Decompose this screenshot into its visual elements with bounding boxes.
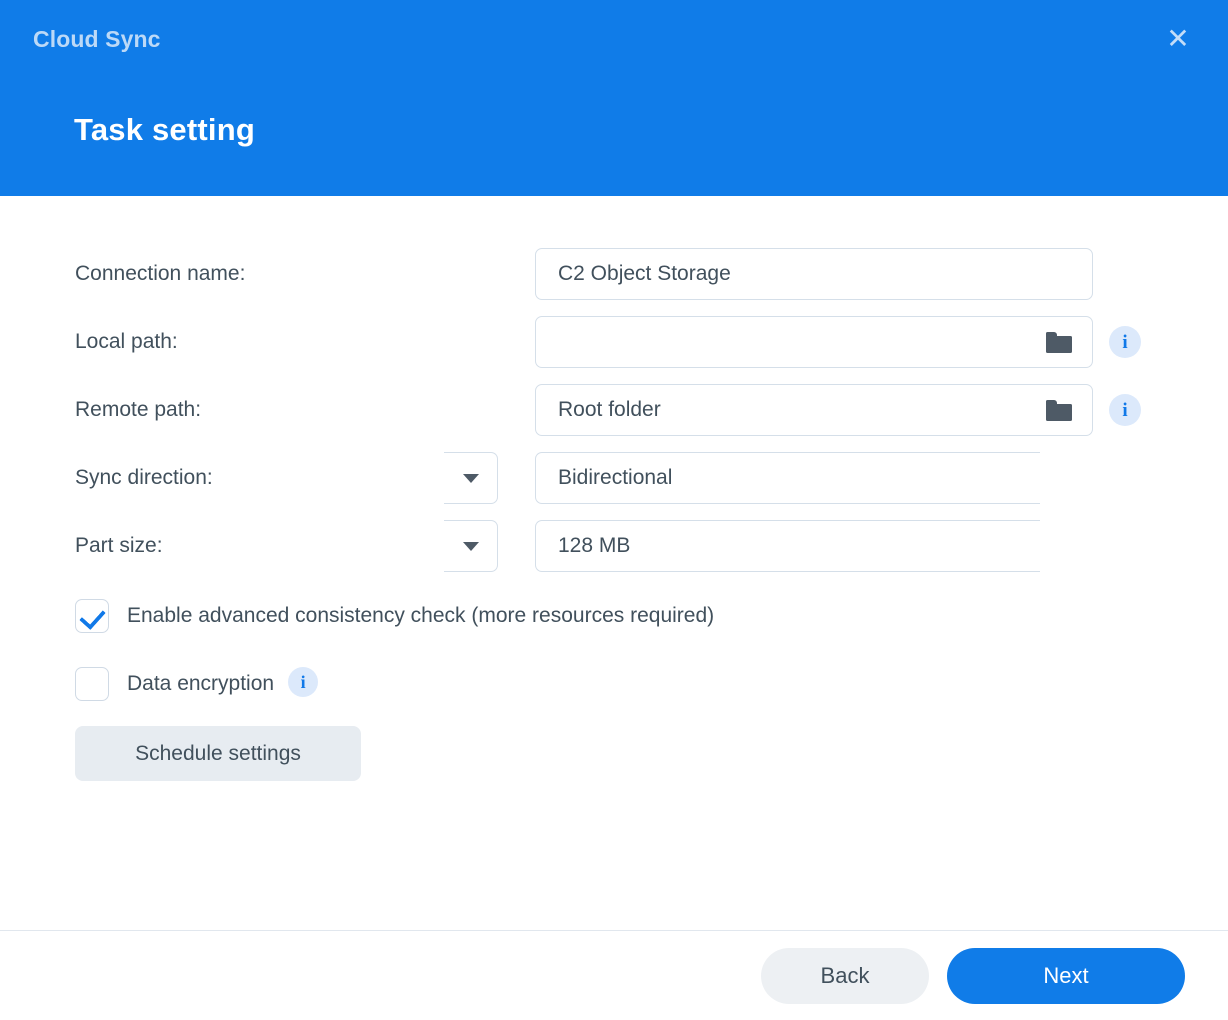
dialog-body: Connection name: C2 Object Storage Local… bbox=[0, 196, 1228, 930]
part-size-chevron-down-icon[interactable] bbox=[444, 520, 498, 572]
chevron-down-icon bbox=[462, 473, 479, 483]
connection-name-input[interactable]: C2 Object Storage bbox=[535, 248, 1093, 300]
data-encryption-checkbox[interactable] bbox=[75, 667, 109, 701]
folder-icon[interactable] bbox=[1046, 399, 1072, 421]
form-row-local-path: Local path: i bbox=[0, 316, 1228, 368]
back-button[interactable]: Back bbox=[761, 947, 929, 1004]
part-size-label: Part size: bbox=[75, 534, 163, 557]
part-size-select[interactable]: 128 MB bbox=[535, 520, 1040, 572]
advanced-consistency-row[interactable]: Enable advanced consistency check (more … bbox=[0, 598, 714, 634]
data-encryption-label: Data encryption bbox=[127, 672, 275, 695]
app-title: Cloud Sync bbox=[33, 26, 161, 52]
close-icon[interactable]: ✕ bbox=[1161, 22, 1195, 56]
next-button[interactable]: Next bbox=[947, 947, 1185, 1004]
local-path-input[interactable] bbox=[535, 316, 1093, 368]
local-path-info-icon[interactable]: i bbox=[1109, 326, 1141, 358]
sync-direction-select[interactable]: Bidirectional bbox=[535, 452, 1040, 504]
form-row-sync-direction: Sync direction: Bidirectional bbox=[0, 452, 1228, 504]
form-row-remote-path: Remote path: Root folder i bbox=[0, 384, 1228, 436]
folder-icon[interactable] bbox=[1046, 331, 1072, 353]
chevron-down-icon bbox=[462, 541, 479, 551]
sync-direction-label: Sync direction: bbox=[75, 466, 213, 489]
remote-path-value: Root folder bbox=[558, 398, 661, 421]
sync-direction-value: Bidirectional bbox=[558, 466, 673, 489]
part-size-value: 128 MB bbox=[558, 534, 631, 557]
connection-name-value: C2 Object Storage bbox=[558, 262, 731, 285]
local-path-label: Local path: bbox=[75, 330, 178, 353]
advanced-consistency-checkbox[interactable] bbox=[75, 599, 109, 633]
data-encryption-info-icon[interactable]: i bbox=[288, 667, 319, 697]
data-encryption-row[interactable]: Data encryption i bbox=[0, 666, 319, 702]
form-row-connection-name: Connection name: C2 Object Storage bbox=[0, 248, 1228, 300]
advanced-consistency-label: Enable advanced consistency check (more … bbox=[127, 604, 715, 627]
dialog-header: Cloud Sync ✕ Task setting bbox=[0, 0, 1228, 196]
form-row-part-size: Part size: 128 MB bbox=[0, 520, 1228, 572]
cloud-sync-dialog: Cloud Sync ✕ Task setting Connection nam… bbox=[0, 0, 1228, 1020]
page-title: Task setting bbox=[74, 112, 255, 147]
connection-name-label: Connection name: bbox=[75, 262, 246, 285]
dialog-footer: Back Next bbox=[0, 930, 1228, 1020]
remote-path-info-icon[interactable]: i bbox=[1109, 394, 1141, 426]
remote-path-input[interactable]: Root folder bbox=[535, 384, 1093, 436]
sync-direction-chevron-down-icon[interactable] bbox=[444, 452, 498, 504]
remote-path-label: Remote path: bbox=[75, 398, 202, 421]
schedule-settings-button[interactable]: Schedule settings bbox=[75, 726, 361, 781]
